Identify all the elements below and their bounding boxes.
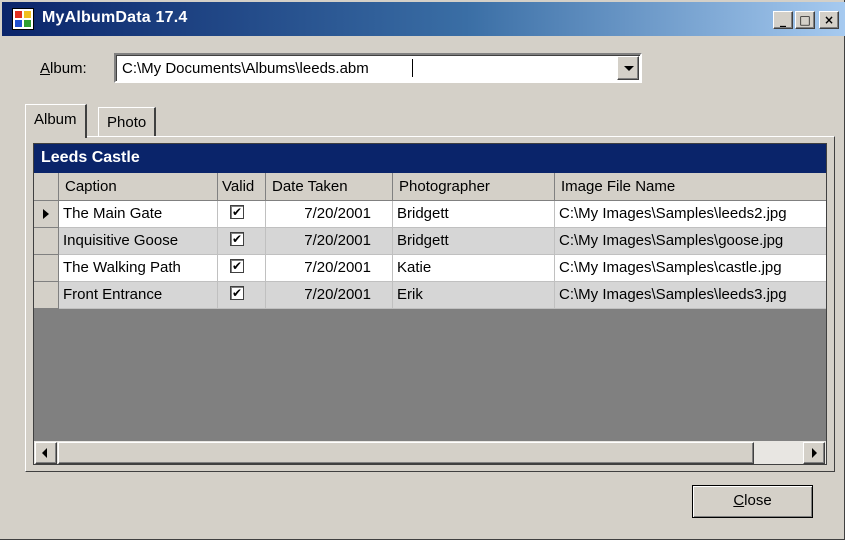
row-header[interactable] (34, 282, 59, 309)
cell-image-file-name[interactable]: C:\My Images\Samples\leeds2.jpg (555, 201, 826, 228)
app-window: MyAlbumData 17.4 _ □ × Album: C:\My Docu… (0, 0, 845, 540)
cell-date-taken[interactable]: 7/20/2001 (266, 255, 393, 282)
cell-photographer[interactable]: Bridgett (393, 201, 555, 228)
cell-date-taken[interactable]: 7/20/2001 (266, 282, 393, 309)
cell-date-taken[interactable]: 7/20/2001 (266, 201, 393, 228)
app-icon[interactable] (12, 8, 34, 30)
cell-photographer[interactable]: Bridgett (393, 228, 555, 255)
table-row[interactable]: The Walking Path ✔ 7/20/2001 Katie C:\My… (34, 255, 826, 282)
scroll-left-arrow-icon[interactable] (35, 442, 57, 464)
row-header[interactable] (34, 228, 59, 255)
column-header-caption[interactable]: Caption (59, 173, 218, 201)
window-title: MyAlbumData 17.4 (42, 9, 188, 26)
column-header-date-taken[interactable]: Date Taken (266, 173, 393, 201)
cell-caption[interactable]: Inquisitive Goose (59, 228, 218, 255)
scroll-right-arrow-icon[interactable] (803, 442, 825, 464)
scrollbar-thumb[interactable] (58, 442, 754, 464)
column-header-valid[interactable]: Valid (218, 173, 266, 201)
cell-image-file-name[interactable]: C:\My Images\Samples\goose.jpg (555, 228, 826, 255)
maximize-button[interactable]: □ (795, 11, 815, 29)
column-header-image-file-name[interactable]: Image File Name (555, 173, 826, 201)
album-path-combobox[interactable]: C:\My Documents\Albums\leeds.abm (114, 53, 642, 83)
grid-caption: Leeds Castle (34, 144, 826, 173)
column-header-photographer[interactable]: Photographer (393, 173, 555, 201)
valid-checkbox[interactable]: ✔ (230, 232, 244, 246)
cell-caption[interactable]: The Walking Path (59, 255, 218, 282)
cell-photographer[interactable]: Erik (393, 282, 555, 309)
cell-date-taken[interactable]: 7/20/2001 (266, 228, 393, 255)
cell-caption[interactable]: The Main Gate (59, 201, 218, 228)
valid-checkbox[interactable]: ✔ (230, 286, 244, 300)
current-row-arrow-icon (43, 209, 49, 219)
cell-photographer[interactable]: Katie (393, 255, 555, 282)
horizontal-scrollbar[interactable] (34, 441, 826, 464)
tab-photo[interactable]: Photo (98, 107, 157, 136)
close-button[interactable]: Close (692, 485, 813, 518)
table-row[interactable]: Front Entrance ✔ 7/20/2001 Erik C:\My Im… (34, 282, 826, 309)
title-bar[interactable]: MyAlbumData 17.4 _ □ × (2, 2, 845, 36)
table-row[interactable]: Inquisitive Goose ✔ 7/20/2001 Bridgett C… (34, 228, 826, 255)
valid-checkbox[interactable]: ✔ (230, 205, 244, 219)
cell-caption[interactable]: Front Entrance (59, 282, 218, 309)
photo-data-grid[interactable]: Leeds Castle Caption Valid Date Taken Ph… (33, 143, 827, 465)
chevron-down-icon[interactable] (617, 56, 639, 80)
album-label: Album: (40, 60, 87, 77)
row-header[interactable] (34, 255, 59, 282)
album-path-value[interactable]: C:\My Documents\Albums\leeds.abm (122, 60, 369, 77)
cell-valid[interactable]: ✔ (218, 228, 266, 255)
cell-valid[interactable]: ✔ (218, 282, 266, 309)
text-caret (412, 59, 413, 77)
minimize-button[interactable]: _ (773, 11, 793, 29)
row-header[interactable] (34, 201, 59, 228)
tab-album[interactable]: Album (25, 104, 87, 138)
cell-image-file-name[interactable]: C:\My Images\Samples\castle.jpg (555, 255, 826, 282)
cell-valid[interactable]: ✔ (218, 255, 266, 282)
close-window-button[interactable]: × (819, 11, 839, 29)
table-row[interactable]: The Main Gate ✔ 7/20/2001 Bridgett C:\My… (34, 201, 826, 228)
valid-checkbox[interactable]: ✔ (230, 259, 244, 273)
cell-valid[interactable]: ✔ (218, 201, 266, 228)
cell-image-file-name[interactable]: C:\My Images\Samples\leeds3.jpg (555, 282, 826, 309)
row-header-corner (34, 173, 59, 201)
